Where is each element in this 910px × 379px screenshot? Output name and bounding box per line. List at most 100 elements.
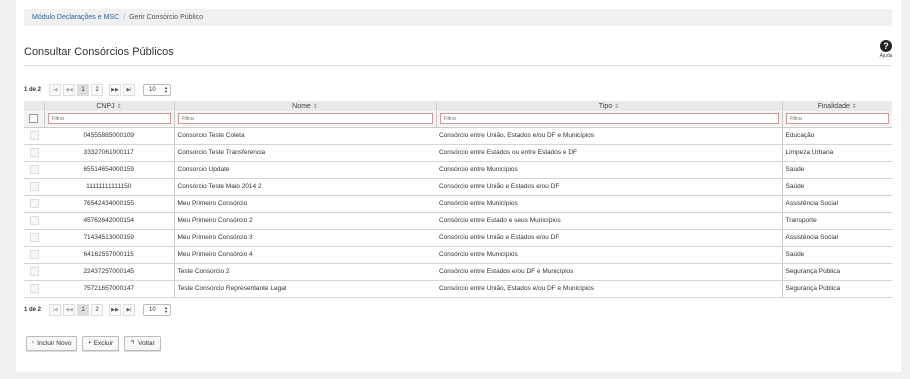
next-page-button[interactable]: ▶▶	[109, 304, 122, 316]
filter-input-finalidade[interactable]	[785, 113, 889, 125]
incluir-novo-button[interactable]: ▫ Incluir Novo	[26, 336, 78, 351]
cell-cnpj: 64162557000115	[44, 246, 174, 264]
row-checkbox[interactable]	[29, 233, 39, 242]
new-document-icon: ▫	[32, 340, 35, 346]
help-icon: ?	[880, 40, 892, 52]
filter-input-nome[interactable]	[177, 113, 433, 125]
breadcrumb-separator: /	[123, 14, 126, 21]
row-checkbox[interactable]	[29, 182, 39, 191]
select-arrows-icon: ▲ ▼	[164, 305, 169, 314]
first-page-button[interactable]: |◀	[49, 84, 62, 96]
cell-nome: Consorcio Update	[173, 161, 436, 179]
column-header-cnpj[interactable]: CNPJ ⇕	[44, 101, 175, 111]
page-size-value: 10	[149, 307, 156, 313]
row-checkbox[interactable]	[29, 148, 39, 157]
cell-nome: Meu Primeiro Consórcio 4	[173, 246, 436, 264]
cell-nome: Consorcio Teste Transferencia	[173, 144, 436, 162]
cell-finalidade: Assistência Social	[781, 195, 892, 213]
back-arrow-icon: ↰	[130, 340, 136, 346]
cell-nome: Teste Consorcio 2	[173, 263, 436, 281]
row-checkbox[interactable]	[29, 284, 39, 293]
row-checkbox-cell	[24, 161, 44, 179]
cell-cnpj: 11111111111150	[44, 178, 174, 196]
pager-top: 1 de 2 |◀ ◀◀ 1 2 ▶▶ ▶| 10 ▲ ▼	[24, 83, 172, 97]
cell-tipo: Consórcio entre Estados e/ou DF e Municí…	[436, 263, 782, 281]
cell-nome: Teste Consorcio Representante Legal	[173, 280, 436, 298]
cell-cnpj: 75721657000147	[44, 280, 174, 298]
page-title: Consultar Consórcios Públicos	[24, 46, 174, 58]
page-size-select[interactable]: 10 ▲ ▼	[143, 84, 172, 96]
row-checkbox[interactable]	[29, 199, 39, 208]
filter-cell-finalidade	[782, 111, 892, 128]
cell-finalidade: Segurança Pública	[781, 280, 892, 298]
cell-tipo: Consórcio entre União e Estados e/ou DF	[436, 229, 782, 247]
cell-tipo: Consórcio entre Estado e seus Municípios	[436, 212, 782, 230]
page-1-button[interactable]: 1	[77, 304, 90, 316]
header-select-cell	[24, 101, 45, 111]
page-2-button[interactable]: 2	[91, 84, 104, 96]
table-row[interactable]: 11111111111150 Consórcio Teste Maio 2014…	[24, 178, 892, 196]
row-checkbox[interactable]	[29, 250, 39, 259]
filter-cell-tipo	[436, 111, 783, 128]
sort-icon: ⇕	[116, 103, 122, 110]
column-header-tipo[interactable]: Tipo ⇕	[436, 101, 783, 111]
breadcrumb: Módulo Declarações e MSC / Gerir Consórcio…	[24, 9, 892, 26]
cell-cnpj: 22437257000145	[44, 263, 174, 281]
table-row[interactable]: 45762642000154 Meu Primeiro Consórcio 2 …	[24, 212, 892, 230]
first-page-button[interactable]: |◀	[49, 304, 62, 316]
voltar-button[interactable]: ↰ Voltar	[124, 336, 161, 351]
cell-nome: Consórcio Teste Maio 2014 2	[173, 178, 436, 196]
table-row[interactable]: 04555885000109 Consorcio Teste Coleta Co…	[24, 127, 892, 145]
cell-finalidade: Saúde	[781, 178, 892, 196]
cell-tipo: Consórcio entre Municípios	[436, 161, 782, 179]
filter-input-cnpj[interactable]	[47, 113, 171, 125]
cell-cnpj: 71434513000159	[44, 229, 174, 247]
column-label-nome: Nome	[292, 102, 311, 110]
table-row[interactable]: 64162557000115 Meu Primeiro Consórcio 4 …	[24, 246, 892, 264]
cell-finalidade: Saúde	[781, 246, 892, 264]
page-container: Módulo Declarações e MSC / Gerir Consórcio…	[16, 0, 901, 372]
page-2-button[interactable]: 2	[91, 304, 104, 316]
filter-input-tipo[interactable]	[439, 113, 779, 125]
next-page-button[interactable]: ▶▶	[109, 84, 122, 96]
row-checkbox[interactable]	[29, 216, 39, 225]
column-label-tipo: Tipo	[598, 102, 613, 110]
select-arrows-icon: ▲ ▼	[164, 85, 169, 94]
cell-finalidade: Transporte	[781, 212, 892, 230]
column-label-cnpj: CNPJ	[96, 102, 115, 110]
last-page-button[interactable]: ▶|	[123, 84, 136, 96]
cell-nome: Meu Primeiro Consórcio 3	[173, 229, 436, 247]
breadcrumb-current: Gerir Consórcio Público	[129, 14, 204, 21]
table-row[interactable]: 76542434000155 Meu Primeiro Consórcio Co…	[24, 195, 892, 213]
prev-page-button[interactable]: ◀◀	[63, 304, 76, 316]
cell-cnpj: 76542434000155	[44, 195, 174, 213]
table-row[interactable]: 33327061000117 Consorcio Teste Transfere…	[24, 144, 892, 162]
cell-tipo: Consórcio entre Estados ou entre Estados…	[436, 144, 782, 162]
pager-info: 1 de 2	[24, 307, 42, 313]
table-row[interactable]: 22437257000145 Teste Consorcio 2 Consórc…	[24, 263, 892, 281]
breadcrumb-root-link[interactable]: Módulo Declarações e MSC	[32, 14, 119, 21]
row-checkbox[interactable]	[29, 267, 39, 276]
page-size-select[interactable]: 10 ▲ ▼	[143, 304, 172, 316]
table-row[interactable]: 75721657000147 Teste Consorcio Represent…	[24, 280, 892, 298]
prev-page-button[interactable]: ◀◀	[63, 84, 76, 96]
excluir-button[interactable]: ▪ Excluir	[82, 336, 120, 351]
table-row[interactable]: 65514654000159 Consorcio Update Consórci…	[24, 161, 892, 179]
help-button[interactable]: ? Ajuda	[876, 40, 896, 59]
last-page-button[interactable]: ▶|	[123, 304, 136, 316]
title-divider	[24, 65, 892, 66]
table-header-row: CNPJ ⇕ Nome ⇕ Tipo ⇕ Finalidade ⇕	[24, 101, 892, 111]
row-checkbox[interactable]	[29, 131, 39, 140]
select-all-cell	[24, 111, 45, 128]
row-checkbox[interactable]	[29, 165, 39, 174]
column-header-finalidade[interactable]: Finalidade ⇕	[782, 101, 892, 111]
cell-nome: Meu Primeiro Consórcio	[173, 195, 436, 213]
help-label: Ajuda	[879, 53, 893, 59]
cell-tipo: Consórcio entre União, Estados e/ou DF e…	[436, 280, 782, 298]
column-header-nome[interactable]: Nome ⇕	[174, 101, 437, 111]
page-1-button[interactable]: 1	[77, 84, 90, 96]
table-row[interactable]: 71434513000159 Meu Primeiro Consórcio 3 …	[24, 229, 892, 247]
select-all-checkbox[interactable]	[29, 114, 39, 124]
sort-icon: ⇕	[851, 103, 857, 110]
pager-info: 1 de 2	[24, 87, 42, 93]
